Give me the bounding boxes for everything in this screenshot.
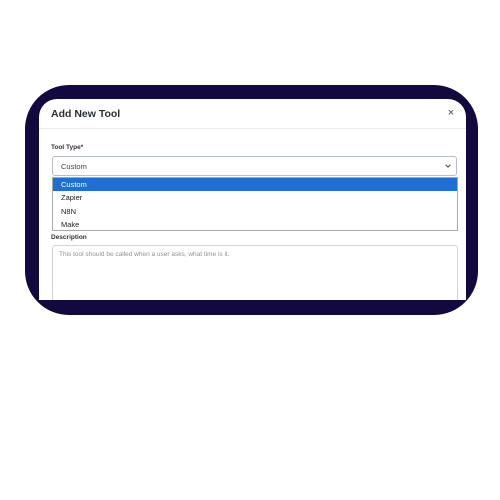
description-placeholder: This tool should be called when a user a… [59, 251, 230, 258]
tool-type-select[interactable]: Custom [52, 156, 457, 176]
chevron-down-icon [445, 164, 451, 168]
close-icon[interactable]: × [444, 106, 458, 120]
modal-header: Add New Tool × [39, 99, 466, 129]
add-tool-modal: Add New Tool × Tool Type* Custom Custom … [39, 99, 466, 300]
description-label: Description [51, 234, 87, 241]
tool-type-selected-value: Custom [61, 162, 87, 171]
dropdown-option-n8n[interactable]: N8N [53, 205, 457, 218]
tool-type-label: Tool Type* [51, 144, 84, 151]
dropdown-option-make[interactable]: Make [53, 218, 457, 231]
description-textarea[interactable]: This tool should be called when a user a… [52, 245, 458, 300]
dropdown-option-zapier[interactable]: Zapier [53, 191, 457, 204]
modal-title: Add New Tool [51, 108, 121, 120]
dropdown-option-custom[interactable]: Custom [53, 178, 457, 191]
tool-type-dropdown: Custom Zapier N8N Make [52, 177, 458, 231]
